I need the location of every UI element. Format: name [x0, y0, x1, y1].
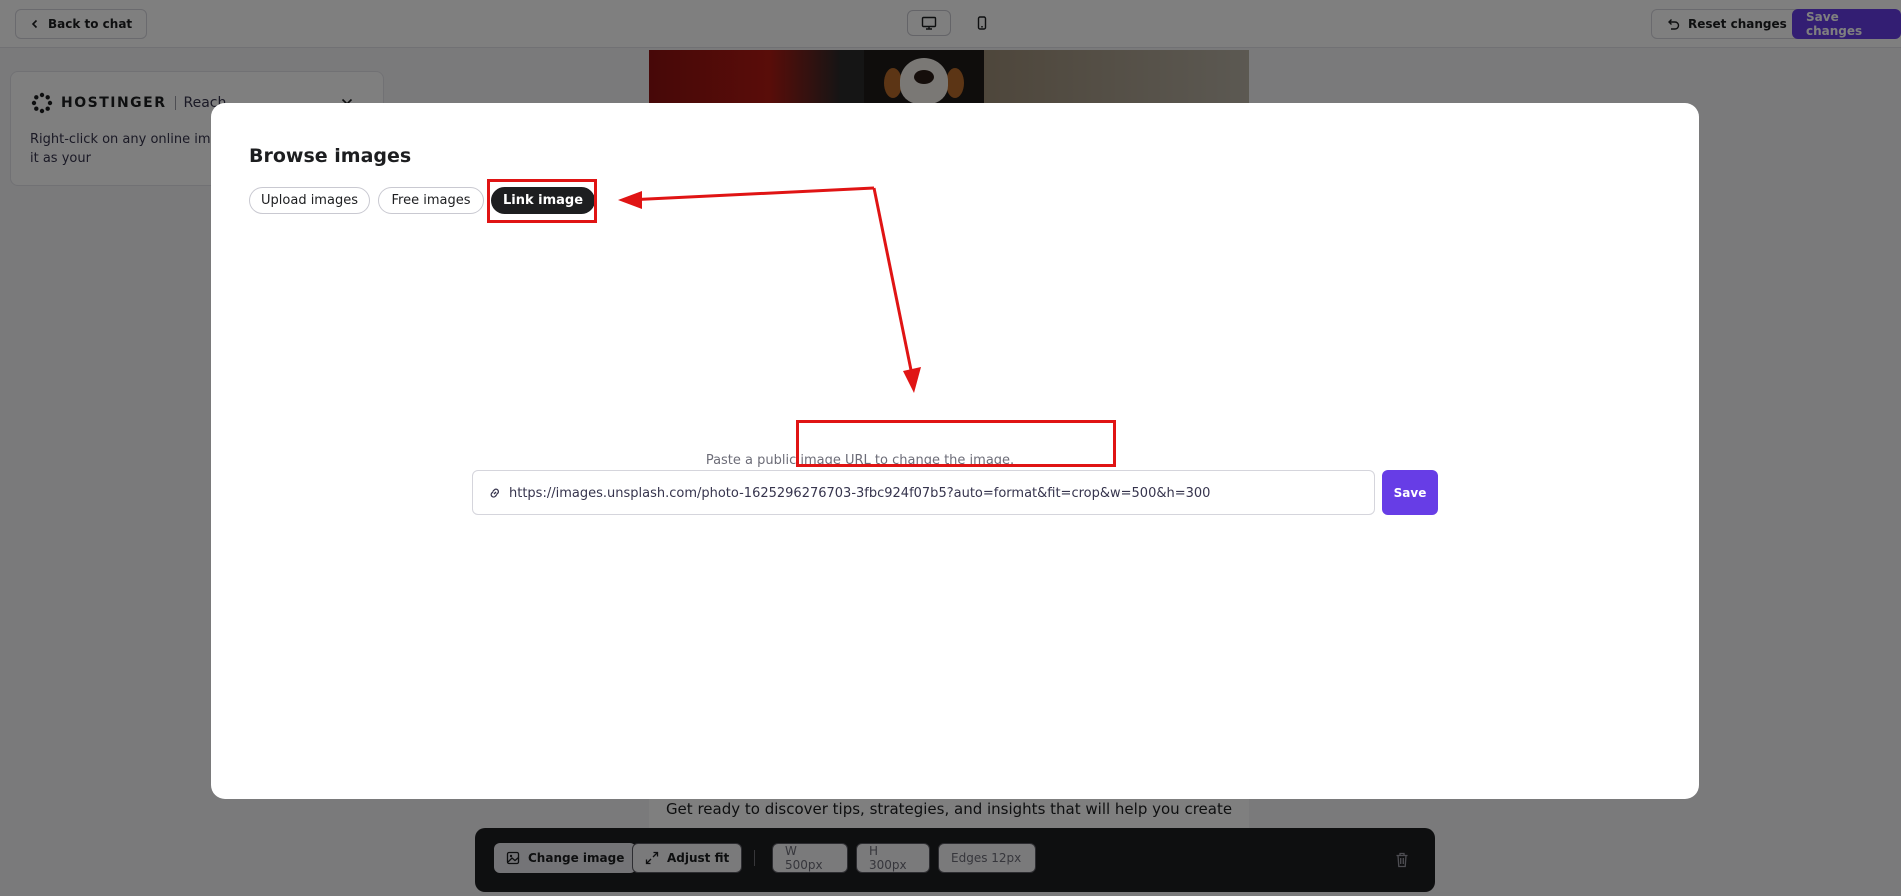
- annotation-arrow-left-line: [627, 186, 875, 202]
- annotation-arrow-down-line: [872, 187, 914, 376]
- annotation-arrows: [618, 186, 921, 393]
- annotation-arrowhead-down: [903, 367, 921, 393]
- annotation-arrowhead-left: [618, 191, 642, 209]
